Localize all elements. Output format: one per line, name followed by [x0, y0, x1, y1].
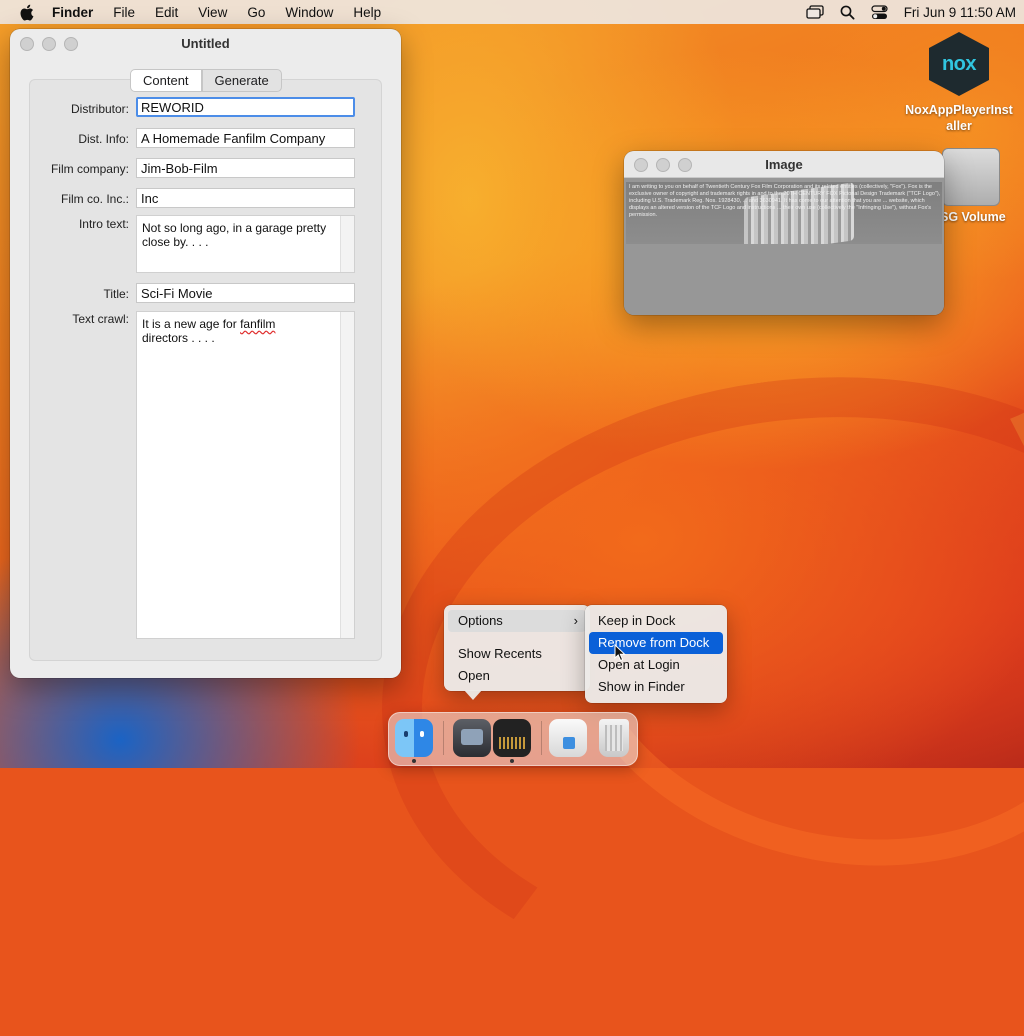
text-crawl-line-1-text: It is a new age for: [142, 317, 241, 331]
misspelled-word: fanfilm: [240, 317, 276, 331]
menu-item-options[interactable]: Options ›: [448, 610, 586, 632]
menu-pointer-arrow: [464, 690, 482, 700]
submenu-item-show-in-finder[interactable]: Show in Finder: [589, 676, 723, 698]
menu-bar: Finder File Edit View Go Window Help Fri…: [0, 0, 1024, 24]
chevron-right-icon: ›: [573, 613, 578, 628]
control-center-icon[interactable]: [863, 0, 896, 24]
intro-text-label: Intro text:: [78, 217, 129, 231]
menu-separator: [444, 632, 590, 643]
text-crawl-label: Text crawl:: [72, 312, 129, 326]
screen-mirroring-icon[interactable]: [798, 0, 832, 24]
intro-text-area[interactable]: Not so long ago, in a garage pretty clos…: [136, 215, 355, 273]
letter-text: I am writing to you on behalf of Twentie…: [629, 184, 941, 218]
intro-text-content: Not so long ago, in a garage pretty clos…: [142, 221, 327, 249]
dock: [388, 712, 638, 766]
image-window-title: Image: [765, 156, 803, 172]
volume-desktop-icon[interactable]: SG Volume: [930, 148, 1024, 224]
zoom-button[interactable]: [678, 158, 692, 172]
running-indicator: [510, 759, 514, 763]
finder-icon[interactable]: [395, 719, 433, 757]
volume-label: SG Volume: [940, 210, 1006, 224]
text-crawl-area[interactable]: It is a new age for fanfilm directors . …: [136, 311, 355, 639]
nox-logo-text: nox: [941, 52, 977, 75]
nox-installer-desktop-icon[interactable]: nox NoxAppPlayerInstaller: [904, 32, 1014, 134]
menu-window[interactable]: Window: [275, 0, 343, 24]
trash-icon[interactable]: [599, 719, 629, 757]
intro-text-scrollbar[interactable]: [340, 216, 354, 272]
dist-info-label: Dist. Info:: [78, 132, 129, 146]
text-crawl-line-2: directors . . . .: [142, 331, 215, 345]
menu-edit[interactable]: Edit: [145, 0, 188, 24]
submenu-item-remove-from-dock[interactable]: Remove from Dock: [589, 632, 723, 654]
options-label: Options: [458, 613, 503, 628]
menu-item-open[interactable]: Open: [448, 665, 586, 687]
untitled-window: Untitled Content Generate Distributor: R…: [10, 29, 401, 678]
apple-menu-icon[interactable]: [0, 4, 52, 21]
image-window: Image I am writing to you on behalf of T…: [624, 151, 944, 315]
close-button[interactable]: [20, 37, 34, 51]
nox-installer-label: NoxAppPlayerInstaller: [905, 103, 1013, 133]
distributor-label: Distributor:: [70, 102, 129, 116]
film-co-inc-field[interactable]: Inc: [136, 188, 355, 208]
film-co-inc-label: Film co. Inc.:: [60, 192, 129, 206]
minimize-button[interactable]: [42, 37, 56, 51]
menu-file[interactable]: File: [103, 0, 145, 24]
app-icon[interactable]: [453, 719, 491, 757]
film-company-field[interactable]: Jim-Bob-Film: [136, 158, 355, 178]
nox-logo-icon: nox: [929, 32, 989, 96]
distributor-field[interactable]: REWORID: [136, 97, 355, 117]
submenu-item-open-at-login[interactable]: Open at Login: [589, 654, 723, 676]
title-field[interactable]: Sci-Fi Movie: [136, 283, 355, 303]
window-title: Untitled: [181, 35, 230, 51]
title-label: Title:: [103, 287, 129, 301]
text-crawl-line-1: It is a new age for fanfilm: [142, 317, 336, 331]
options-submenu: Keep in Dock Remove from Dock Open at Lo…: [585, 605, 727, 703]
preview-icon[interactable]: [549, 719, 587, 757]
running-indicator: [412, 759, 416, 763]
tab-generate[interactable]: Generate: [201, 69, 282, 92]
menu-view[interactable]: View: [188, 0, 237, 24]
menu-go[interactable]: Go: [237, 0, 275, 24]
menu-app-name[interactable]: Finder: [52, 0, 103, 24]
image-window-titlebar[interactable]: Image: [624, 151, 944, 178]
image-canvas: I am writing to you on behalf of Twentie…: [624, 178, 944, 315]
zoom-button[interactable]: [64, 37, 78, 51]
close-button[interactable]: [634, 158, 648, 172]
menu-bar-clock[interactable]: Fri Jun 9 11:50 AM: [896, 0, 1024, 24]
search-icon[interactable]: [832, 0, 863, 24]
menu-item-show-recents[interactable]: Show Recents: [448, 643, 586, 665]
tab-bar: Content Generate: [130, 69, 282, 92]
menu-help[interactable]: Help: [343, 0, 391, 24]
film-company-label: Film company:: [50, 162, 129, 176]
letter-image: I am writing to you on behalf of Twentie…: [626, 182, 942, 244]
dock-context-menu: Options › Show Recents Open: [444, 605, 590, 691]
tab-content[interactable]: Content: [130, 69, 202, 92]
text-crawl-scrollbar[interactable]: [340, 312, 354, 638]
window-titlebar[interactable]: Untitled: [10, 29, 401, 57]
dist-info-field[interactable]: A Homemade Fanfilm Company: [136, 128, 355, 148]
drive-icon: [942, 148, 1000, 206]
text-editor-icon[interactable]: [493, 719, 531, 757]
image-traffic-lights: [634, 158, 692, 172]
minimize-button[interactable]: [656, 158, 670, 172]
dock-separator: [541, 721, 542, 755]
traffic-lights: [20, 37, 78, 51]
dock-separator: [443, 721, 444, 755]
submenu-item-keep-in-dock[interactable]: Keep in Dock: [589, 610, 723, 632]
